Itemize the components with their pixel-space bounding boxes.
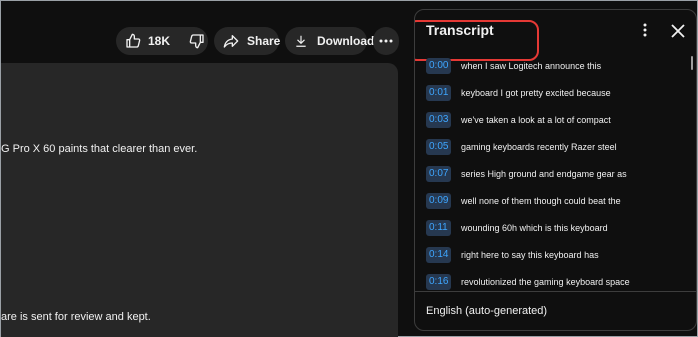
download-icon bbox=[294, 34, 308, 48]
segment-text: well none of them though could beat the bbox=[461, 196, 621, 206]
description-line: are is sent for review and kept. bbox=[1, 311, 151, 323]
transcript-segment[interactable]: 0:09 well none of them though could beat… bbox=[426, 193, 686, 209]
segment-timestamp[interactable]: 0:11 bbox=[426, 220, 451, 236]
segment-timestamp[interactable]: 0:14 bbox=[426, 247, 452, 263]
transcript-title: Transcript bbox=[415, 20, 539, 61]
description-box[interactable]: G Pro X 60 paints that clearer than ever… bbox=[1, 63, 398, 337]
like-count: 18K bbox=[148, 34, 171, 48]
segment-timestamp[interactable]: 0:16 bbox=[426, 274, 452, 290]
transcript-segment[interactable]: 0:16 revolutionized the gaming keyboard … bbox=[426, 274, 686, 290]
segment-timestamp[interactable]: 0:05 bbox=[426, 139, 452, 155]
segment-text: we've taken a look at a lot of compact bbox=[461, 115, 611, 125]
transcript-segment[interactable]: 0:05 gaming keyboards recently Razer ste… bbox=[426, 139, 686, 155]
like-button[interactable]: 18K bbox=[116, 27, 170, 55]
thumbs-up-icon bbox=[125, 33, 141, 49]
more-horizontal-icon bbox=[379, 39, 393, 43]
segment-timestamp[interactable]: 0:03 bbox=[426, 112, 452, 128]
more-vertical-icon bbox=[643, 23, 647, 42]
transcript-segment[interactable]: 0:14 right here to say this keyboard has bbox=[426, 247, 686, 263]
dislike-button[interactable] bbox=[180, 27, 213, 55]
close-icon bbox=[669, 24, 687, 44]
close-transcript-button[interactable] bbox=[669, 22, 687, 40]
transcript-segment[interactable]: 0:07 series High ground and endgame gear… bbox=[426, 166, 686, 182]
description-line: G Pro X 60 paints that clearer than ever… bbox=[1, 143, 198, 155]
thumbs-down-icon bbox=[189, 33, 205, 49]
transcript-segment[interactable]: 0:01 keyboard I got pretty excited becau… bbox=[426, 85, 686, 101]
language-selector[interactable]: English (auto-generated) bbox=[426, 305, 547, 317]
transcript-segment-list: 0:00 when I saw Logitech announce this 0… bbox=[426, 50, 688, 292]
download-label: Download bbox=[317, 34, 375, 48]
segment-text: keyboard I got pretty excited because bbox=[461, 88, 611, 98]
transcript-panel: Transcript 0:00 when I saw Logitech anno… bbox=[414, 9, 697, 331]
segment-text: gaming keyboards recently Razer steel bbox=[461, 142, 617, 152]
share-button[interactable]: Share bbox=[214, 27, 281, 55]
segment-text: revolutionized the gaming keyboard space bbox=[461, 277, 630, 287]
transcript-segment[interactable]: 0:11 wounding 60h which is this keyboard bbox=[426, 220, 686, 236]
download-button[interactable]: Download bbox=[285, 27, 374, 55]
share-label: Share bbox=[247, 34, 281, 48]
segment-timestamp[interactable]: 0:07 bbox=[426, 166, 452, 182]
transcript-footer: English (auto-generated) bbox=[415, 291, 696, 330]
like-dislike-group: 18K bbox=[116, 27, 208, 55]
more-actions-button[interactable] bbox=[373, 27, 399, 55]
transcript-menu-button[interactable] bbox=[637, 22, 653, 42]
segment-timestamp[interactable]: 0:09 bbox=[426, 193, 452, 209]
segment-timestamp[interactable]: 0:01 bbox=[426, 85, 452, 101]
segment-text: wounding 60h which is this keyboard bbox=[461, 223, 608, 233]
segment-timestamp[interactable]: 0:00 bbox=[426, 58, 452, 74]
transcript-scrollbar[interactable] bbox=[691, 56, 693, 70]
segment-text: right here to say this keyboard has bbox=[461, 250, 599, 260]
segment-text: when I saw Logitech announce this bbox=[461, 61, 602, 71]
share-arrow-icon bbox=[223, 33, 239, 49]
segment-text: series High ground and endgame gear as bbox=[461, 169, 627, 179]
transcript-segment[interactable]: 0:00 when I saw Logitech announce this bbox=[426, 58, 686, 74]
transcript-segment[interactable]: 0:03 we've taken a look at a lot of comp… bbox=[426, 112, 686, 128]
